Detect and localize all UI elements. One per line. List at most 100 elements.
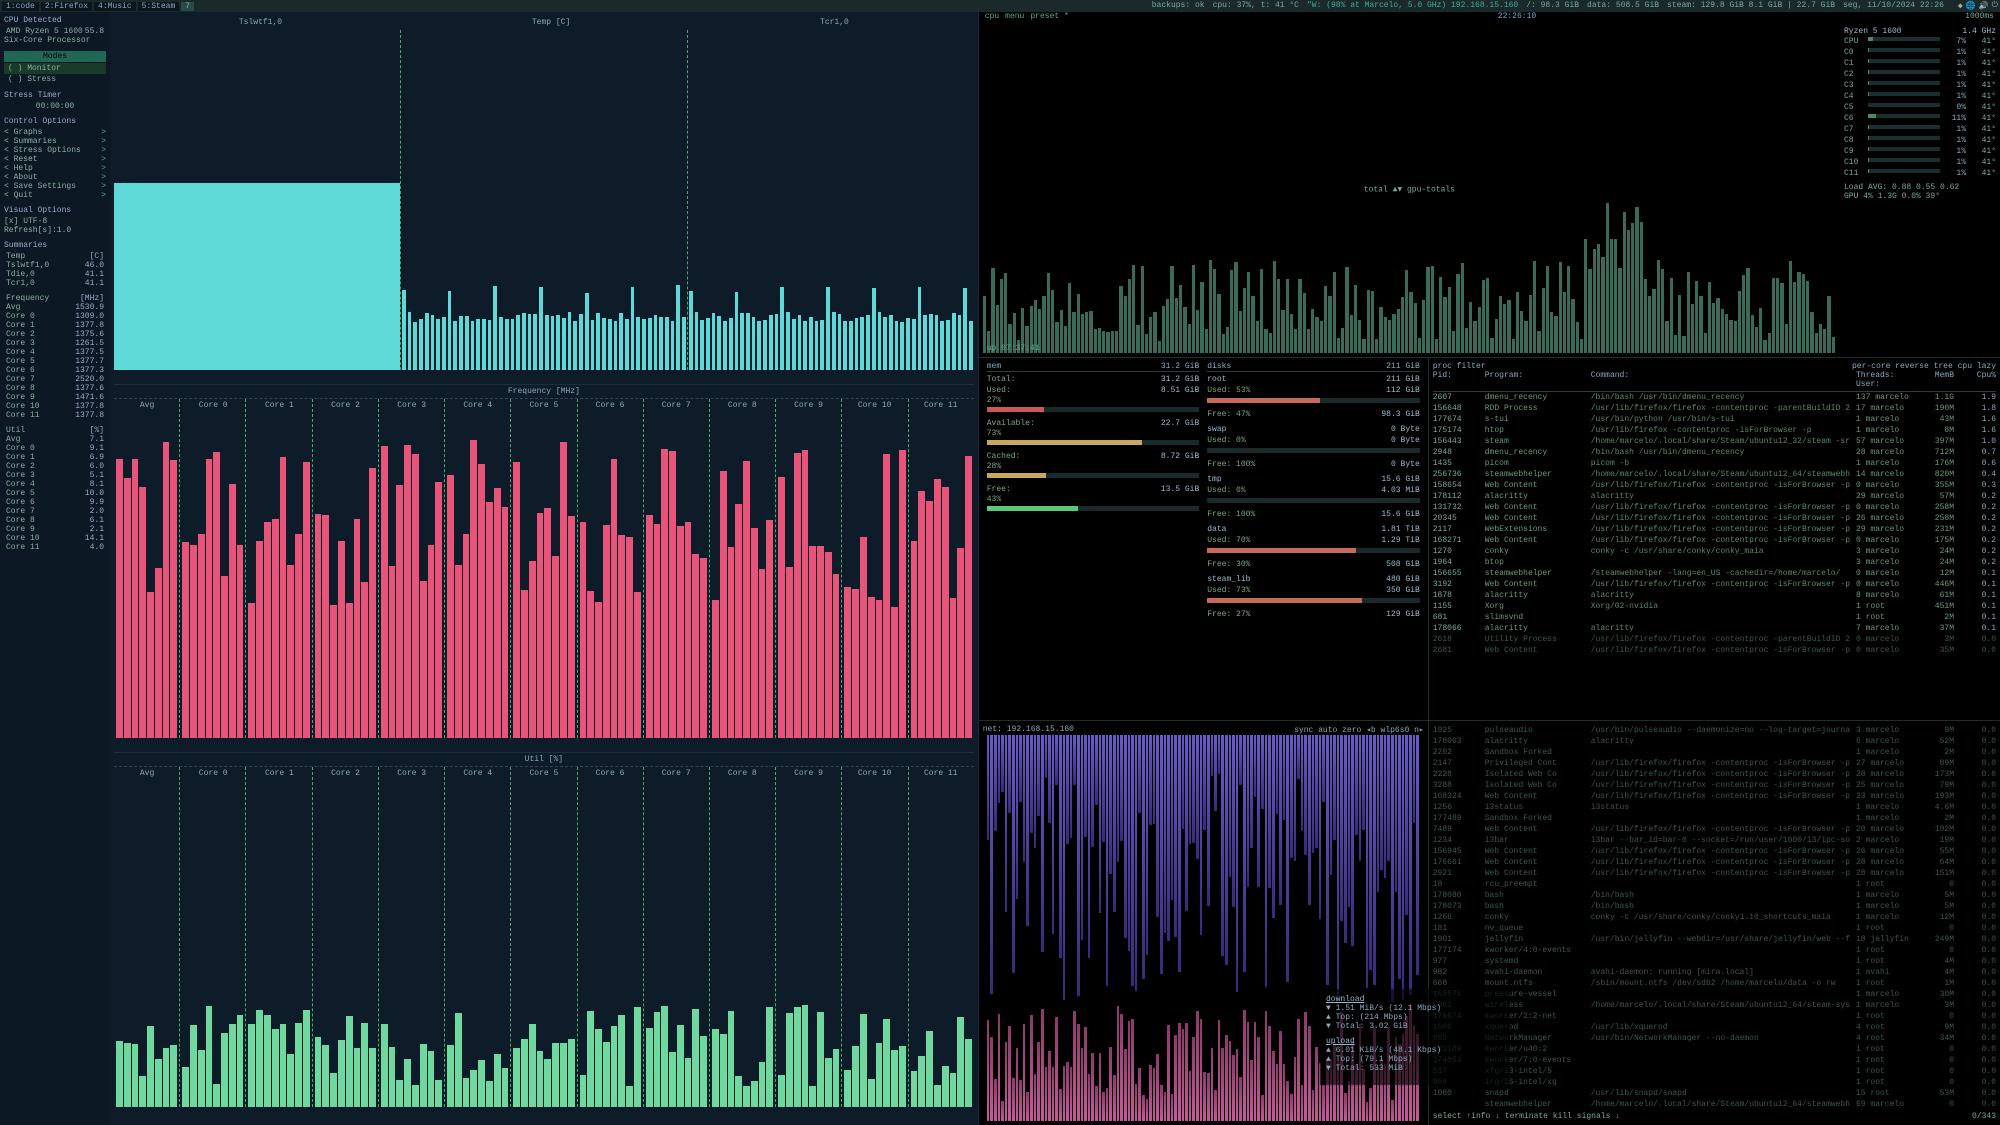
summary-row: Tcr1,041.1 [4, 279, 106, 288]
control-quit[interactable]: < Quit> [4, 191, 106, 200]
proc-row[interactable]: 1266conkyconky -c /usr/share/conky/conky… [1433, 912, 1996, 923]
upload-label: upload [1326, 1037, 1504, 1046]
control-summaries[interactable]: < Summaries> [4, 137, 106, 146]
proc-row[interactable]: 2607dmenu_recency/bin/bash /usr/bin/dmen… [1433, 392, 1996, 403]
proc-row[interactable]: 168324Web Content/usr/lib/firefox/firefo… [1433, 791, 1996, 802]
proc-row[interactable]: 178066alacrittyalacritty7 marcelo37M0.1 [1433, 623, 1996, 634]
proc-row[interactable]: 177674s-tui/usr/bin/python /usr/bin/s-tu… [1433, 414, 1996, 425]
proc-row[interactable]: 2117WebExtensions/usr/lib/firefox/firefo… [1433, 524, 1996, 535]
proc-row[interactable]: 176674kworker/2:2-net1 root00.0 [1433, 1011, 1996, 1022]
proc-row[interactable]: 5081wireless/home/marcelo/.local/share/S… [1433, 1000, 1996, 1011]
summary-row: Core 16.9 [4, 453, 106, 462]
proc-row[interactable]: 1080snapd/usr/lib/snapd/snapd15 root53M0… [1433, 1088, 1996, 1099]
proc-row[interactable]: 156655steamwebhelper/steamwebhelper -lan… [1433, 568, 1996, 579]
proc-row[interactable]: 177174kworker/4:0-events1 root00.0 [1433, 945, 1996, 956]
proc-row[interactable]: 1234i3bari3bar --bar_id=bar-0 --socket=/… [1433, 835, 1996, 846]
tray-network-icon[interactable]: 🌐 [1966, 1, 1976, 11]
tray-power-icon[interactable]: ⏻ [1992, 1, 1998, 11]
proc-row[interactable]: 905NetworkManager/usr/bin/NetworkManager… [1433, 1033, 1996, 1044]
proc-row[interactable]: 2681Web Content/usr/lib/firefox/firefox … [1433, 645, 1996, 656]
proc-row[interactable]: 1256i3statusi3status1 marcelo4.6M0.0 [1433, 802, 1996, 813]
proc-row[interactable]: 256736steamwebhelper/home/marcelo/.local… [1433, 469, 1996, 480]
proc-row[interactable]: 956irq/16-intel/xg1 root00.0 [1433, 1077, 1996, 1088]
core-row: C11%41° [1844, 58, 1996, 69]
control-about[interactable]: < About> [4, 173, 106, 182]
btop-header: cpumenupreset * 22:26:10 1000ms [979, 12, 2000, 23]
proc-row[interactable]: 20345Web Content/usr/lib/firefox/firefox… [1433, 513, 1996, 524]
proc-row[interactable]: 18rcu_preempt1 root00.0 [1433, 879, 1996, 890]
workspace-tab[interactable]: 7 [181, 2, 194, 11]
proc-row[interactable]: 1925pulseaudio/usr/bin/pulseaudio --daem… [1433, 725, 1996, 736]
proc-row[interactable]: 977systemd1 root4M0.0 [1433, 956, 1996, 967]
control-graphs[interactable]: < Graphs> [4, 128, 106, 137]
workspace-tab[interactable]: 1:code [2, 2, 39, 11]
proc-row[interactable]: 3288Isolated Web Co/usr/lib/firefox/fire… [1433, 780, 1996, 791]
mode-monitor[interactable]: ( ) Monitor [4, 63, 106, 74]
proc-row[interactable]: steamwebhelper/home/marcelo/.local/share… [1433, 1099, 1996, 1110]
control-stress-options[interactable]: < Stress Options> [4, 146, 106, 155]
temp-header: Temp [6, 252, 25, 261]
proc-row[interactable]: 2147Privileged Cont/usr/lib/firefox/fire… [1433, 758, 1996, 769]
proc-row[interactable]: 517xfg/i3-intel/51 root00.0 [1433, 1066, 1996, 1077]
proc-row[interactable]: 2202Sandbox Forked1 marcelo2M0.0 [1433, 747, 1996, 758]
proc-sort[interactable]: per-core reverse tree cpu lazy [1852, 362, 1996, 371]
proc-row[interactable]: 156945Web Content/usr/lib/firefox/firefo… [1433, 846, 1996, 857]
proc-row[interactable]: 175174htop/usr/lib/firefox -contentproc … [1433, 425, 1996, 436]
proc-row[interactable]: 681slimsvnd1 root2M0.1 [1433, 612, 1996, 623]
stress-timer-label: Stress Timer [4, 91, 106, 100]
proc-row[interactable]: 3192Web Content/usr/lib/firefox/firefox … [1433, 579, 1996, 590]
proc-row[interactable]: 121189kworker/u40:21 root00.0 [1433, 1044, 1996, 1055]
workspace-tab[interactable]: 5:Steam [138, 2, 180, 11]
core-row: C81%41° [1844, 135, 1996, 146]
workspace-tab[interactable]: 4:Music [94, 2, 136, 11]
proc-row[interactable]: 178063alacrittyalacritty6 marcelo52M0.0 [1433, 736, 1996, 747]
disk-data: data1.81 TiBUsed: 70%1.29 TiBFree: 30%50… [1207, 524, 1420, 570]
summary-row: Core 81377.6 [4, 384, 106, 393]
proc-row[interactable]: 2228Isolated Web Co/usr/lib/firefox/fire… [1433, 769, 1996, 780]
proc-row[interactable]: 1435picompicom -b1 marcelo176M0.6 [1433, 458, 1996, 469]
proc-row[interactable]: 181nv_queue1 root00.0 [1433, 923, 1996, 934]
proc-row[interactable]: 168271Web Content/usr/lib/firefox/firefo… [1433, 535, 1996, 546]
summary-row: Core 31261.5 [4, 339, 106, 348]
mode-stress[interactable]: ( ) Stress [4, 74, 106, 85]
net-interface[interactable]: sync auto zero ◂b wlp6s0 n▸ [1294, 725, 1424, 735]
proc-row[interactable]: 1901jellyfin/usr/bin/jellyfin --webdir=/… [1433, 934, 1996, 945]
core-row: C101%41° [1844, 157, 1996, 168]
proc-row[interactable]: 178080bash/bin/bash1 marcelo5M0.0 [1433, 890, 1996, 901]
taskbar: 1:code2:Firefox4:Music5:Steam7 backups: … [0, 0, 2000, 12]
proc-row[interactable]: 158575pressure-vessel1 marcelo30M0.0 [1433, 989, 1996, 1000]
proc-row[interactable]: 668mount.ntfs/sbin/mount.ntfs /dev/sdb2 … [1433, 978, 1996, 989]
proc-row[interactable]: 177489Sandbox Forked1 marcelo2M0.0 [1433, 813, 1996, 824]
proc-row[interactable]: 1606xquerod/usr/lib/xquerod4 root9M0.0 [1433, 1022, 1996, 1033]
proc-row[interactable]: 156648RDD Process/usr/lib/firefox/firefo… [1433, 403, 1996, 414]
workspace-tab[interactable]: 2:Firefox [41, 2, 92, 11]
proc-row[interactable]: 131732Web Content/usr/lib/firefox/firefo… [1433, 502, 1996, 513]
refresh-setting[interactable]: Refresh[s]:1.0 [4, 226, 106, 235]
proc-row[interactable]: 158654Web Content/usr/lib/firefox/firefo… [1433, 480, 1996, 491]
proc-row[interactable]: 156443steam/home/marcelo/.local/share/St… [1433, 436, 1996, 447]
proc-row[interactable]: 7489Web Content/usr/lib/firefox/firefox … [1433, 824, 1996, 835]
stui-graphs: Tslwtf1,0 Temp [C] Tcr1,0 Frequency [MHz… [110, 12, 978, 1125]
control-save-settings[interactable]: < Save Settings> [4, 182, 106, 191]
proc-row[interactable]: 174053kworker/7:0-events1 root00.0 [1433, 1055, 1996, 1066]
proc-row[interactable]: 1155XorgXorg/02-nvidia1 root451M0.1 [1433, 601, 1996, 612]
control-help[interactable]: < Help> [4, 164, 106, 173]
tray-manjaro-icon[interactable]: ◆ [1958, 1, 1963, 11]
proc-row[interactable]: 2618Utility Process/usr/lib/firefox/fire… [1433, 634, 1996, 645]
proc-row[interactable]: 178112alacrittyalacritty29 marcelo57M0.2 [1433, 491, 1996, 502]
tray-volume-icon[interactable]: 🔊 [1979, 1, 1989, 11]
proc-row[interactable]: 1878alacrittyalacritty8 marcelo61M0.1 [1433, 590, 1996, 601]
proc-row[interactable]: 2921Web Content/usr/lib/firefox/firefox … [1433, 868, 1996, 879]
proc-row[interactable]: 178073bash/bin/bash1 marcelo5M0.0 [1433, 901, 1996, 912]
proc-row[interactable]: 982avahi-daemonavahi-daemon: running [mi… [1433, 967, 1996, 978]
control-reset[interactable]: < Reset> [4, 155, 106, 164]
proc-row[interactable]: 2948dmenu_recency/bin/bash /usr/bin/dmen… [1433, 447, 1996, 458]
btop-menu-menu[interactable]: menu [1005, 12, 1024, 23]
proc-row[interactable]: 176661Web Content/usr/lib/firefox/firefo… [1433, 857, 1996, 868]
btop-cpu-box: total ▲▼ gpu-totals up 07:37:41 Ryzen 5 … [979, 23, 2000, 358]
proc-row[interactable]: 1270conkyconky -c /usr/share/conky/conky… [1433, 546, 1996, 557]
proc-row[interactable]: 1964btop3 marcelo24M0.2 [1433, 557, 1996, 568]
btop-menu-cpu[interactable]: cpu [985, 12, 999, 23]
utf8-checkbox[interactable]: [x] UTF-8 [4, 217, 106, 226]
btop-menu-preset[interactable]: preset * [1030, 12, 1068, 23]
